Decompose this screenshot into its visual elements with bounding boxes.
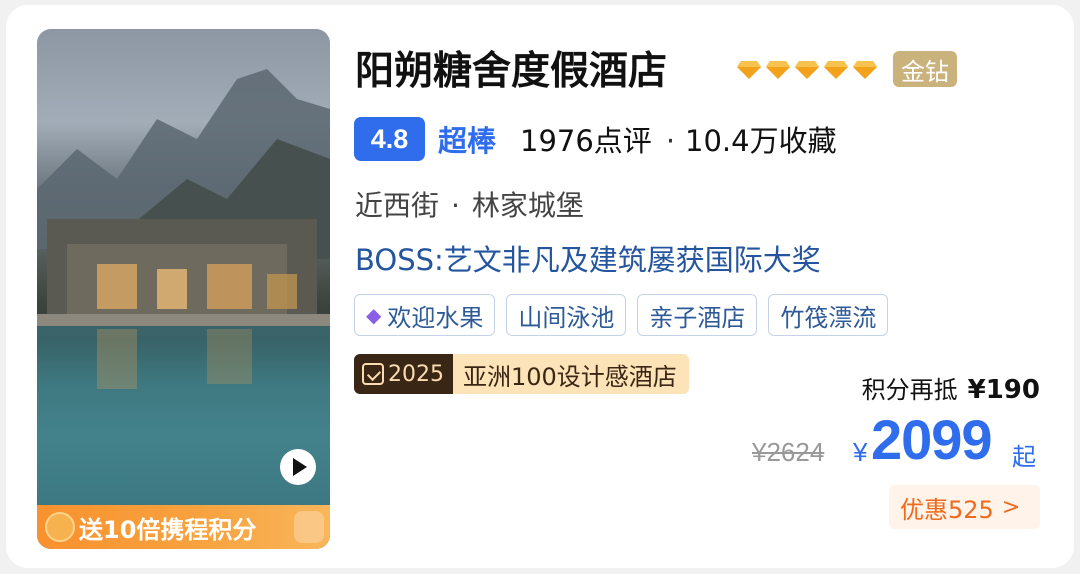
current-price: 2099 bbox=[871, 408, 993, 471]
feature-tag: 山间泳池 bbox=[506, 294, 627, 336]
location-line: 近西街 · 林家城堡 bbox=[355, 184, 584, 224]
review-stats[interactable]: 1976点评 · 10.4万收藏 bbox=[520, 118, 837, 160]
medal-icon bbox=[362, 363, 384, 385]
original-price: ¥2624 bbox=[752, 437, 825, 467]
gem-icon: ◆ bbox=[366, 303, 382, 327]
review-count: 1976点评 bbox=[520, 124, 652, 158]
location-street: 近西街 bbox=[355, 189, 440, 222]
diamond-icon bbox=[765, 60, 791, 80]
gift-icon bbox=[294, 511, 324, 543]
location-area: 林家城堡 bbox=[471, 189, 584, 222]
feature-tag: 亲子酒店 bbox=[637, 294, 758, 336]
diamond-icon bbox=[736, 60, 762, 80]
feature-tag: ◆ 欢迎水果 bbox=[354, 294, 496, 336]
play-video-button[interactable] bbox=[280, 449, 316, 485]
play-icon bbox=[293, 458, 307, 476]
price-suffix: 起 bbox=[1012, 443, 1036, 471]
diamond-icon bbox=[823, 60, 849, 80]
hotel-photo[interactable]: 送10倍携程积分 bbox=[37, 29, 330, 549]
discount-label: 优惠525 bbox=[900, 495, 994, 524]
award-year: 2025 bbox=[354, 354, 453, 394]
discount-button[interactable]: 优惠525 > bbox=[889, 485, 1040, 529]
chevron-right-icon: > bbox=[1001, 494, 1021, 520]
award-badge[interactable]: 2025 亚洲100设计感酒店 bbox=[354, 354, 689, 394]
points-value: ¥190 bbox=[967, 375, 1040, 405]
separator-dot: · bbox=[665, 124, 676, 158]
diamond-icon bbox=[794, 60, 820, 80]
currency-symbol: ¥ bbox=[853, 437, 868, 467]
hotel-name[interactable]: 阳朔糖舍度假酒店 bbox=[355, 40, 667, 96]
award-title: 亚洲100设计感酒店 bbox=[453, 354, 689, 394]
favorite-count: 10.4万收藏 bbox=[685, 124, 837, 158]
points-deduction: 积分再抵 ¥190 bbox=[862, 370, 1040, 405]
diamond-icon bbox=[852, 60, 878, 80]
score-label: 超棒 bbox=[438, 124, 497, 158]
coin-icon bbox=[45, 512, 75, 542]
diamond-rating bbox=[736, 60, 878, 80]
feature-tag: 竹筏漂流 bbox=[768, 294, 889, 336]
points-promo-banner: 送10倍携程积分 bbox=[37, 505, 330, 549]
grade-badge: 金钻 bbox=[893, 51, 957, 87]
points-label: 积分再抵 bbox=[861, 376, 958, 404]
boss-note: BOSS:艺文非凡及建筑屡获国际大奖 bbox=[355, 243, 821, 277]
separator-dot: · bbox=[451, 189, 460, 222]
feature-tags: ◆ 欢迎水果 山间泳池 亲子酒店 竹筏漂流 bbox=[354, 294, 889, 336]
promo-banner-text: 送10倍携程积分 bbox=[79, 515, 257, 544]
score-badge: 4.8 bbox=[354, 117, 425, 161]
